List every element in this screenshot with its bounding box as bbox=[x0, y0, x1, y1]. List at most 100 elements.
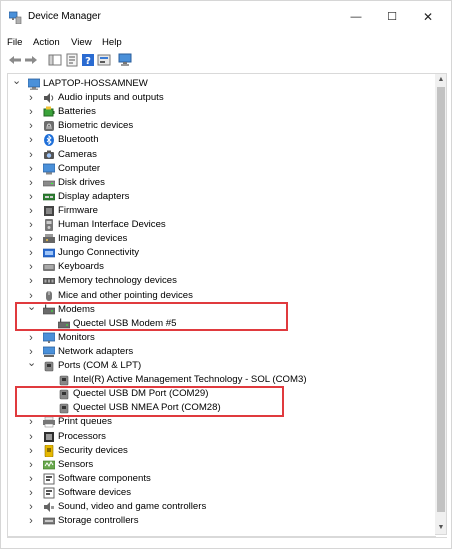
tree-item-label: Software components bbox=[58, 472, 151, 484]
tree-row-jungo-connectivity[interactable]: › Jungo Connectivity bbox=[8, 246, 436, 260]
chevron-right-icon[interactable]: › bbox=[27, 331, 35, 345]
chevron-right-icon[interactable]: › bbox=[27, 204, 35, 218]
tree-row-firmware[interactable]: › Firmware bbox=[8, 204, 436, 218]
tree-row-monitors[interactable]: › Monitors bbox=[8, 331, 436, 345]
chevron-right-icon[interactable]: › bbox=[27, 119, 35, 133]
tree-row-security-devices[interactable]: › Security devices bbox=[8, 444, 436, 458]
tree-row-batteries[interactable]: › Batteries bbox=[8, 105, 436, 119]
chevron-down-icon[interactable]: ⌄ bbox=[27, 358, 36, 373]
tree-row-software-components[interactable]: › Software components bbox=[8, 472, 436, 486]
tree-row-software-devices[interactable]: › Software devices bbox=[8, 486, 436, 500]
chevron-right-icon[interactable]: › bbox=[27, 486, 35, 500]
scroll-down-arrow-icon[interactable]: ▼ bbox=[435, 522, 447, 534]
chevron-right-icon[interactable]: › bbox=[27, 458, 35, 472]
tree-item-label: Mice and other pointing devices bbox=[58, 289, 193, 301]
tree-row-ports-com-lpt[interactable]: ⌄ Ports (COM & LPT) bbox=[8, 358, 436, 373]
tree-item-label: Disk drives bbox=[58, 176, 105, 188]
tree-row-intel-r-active-management-technology-sol-com3[interactable]: Intel(R) Active Management Technology - … bbox=[8, 373, 436, 387]
camera-icon bbox=[44, 150, 54, 159]
device-manager-window: Device Manager — ☐ ✕ File Action View He… bbox=[0, 0, 452, 549]
forward-arrow-icon[interactable] bbox=[24, 53, 38, 67]
tree-item-label: Firmware bbox=[58, 204, 98, 216]
update-driver-icon[interactable] bbox=[97, 53, 111, 67]
highlight-box-modems bbox=[15, 302, 288, 331]
tree-row-human-interface-devices[interactable]: › Human Interface Devices bbox=[8, 218, 436, 232]
tree-item-label: Bluetooth bbox=[58, 134, 99, 146]
menu-help[interactable]: Help bbox=[102, 37, 122, 48]
chevron-right-icon[interactable]: › bbox=[27, 105, 35, 119]
help-icon[interactable]: ? bbox=[81, 53, 95, 67]
fingerprint-icon bbox=[44, 121, 54, 132]
tree-row-sound-video-and-game-controllers[interactable]: › Sound, video and game controllers bbox=[8, 500, 436, 514]
chevron-right-icon[interactable]: › bbox=[27, 133, 35, 147]
chevron-down-icon[interactable]: ⌄ bbox=[12, 76, 21, 91]
chevron-right-icon[interactable]: › bbox=[27, 148, 35, 162]
tree-row-bluetooth[interactable]: › Bluetooth bbox=[8, 133, 436, 147]
tree-item-label: Display adapters bbox=[58, 190, 130, 202]
tree-row-keyboards[interactable]: › Keyboards bbox=[8, 260, 436, 274]
tree-row-processors[interactable]: › Processors bbox=[8, 430, 436, 444]
menu-view[interactable]: View bbox=[71, 37, 92, 48]
scroll-up-arrow-icon[interactable]: ▲ bbox=[435, 74, 447, 86]
tree-item-label: Security devices bbox=[58, 444, 128, 456]
tree-item-label: Monitors bbox=[58, 331, 95, 343]
tree-row-disk-drives[interactable]: › Disk drives bbox=[8, 176, 436, 190]
tree-row-audio-inputs-and-outputs[interactable]: › Audio inputs and outputs bbox=[8, 91, 436, 105]
tree-row-computer[interactable]: › Computer bbox=[8, 162, 436, 176]
port-icon bbox=[44, 361, 54, 372]
scrollbar-thumb[interactable] bbox=[437, 87, 445, 512]
tree-row-imaging-devices[interactable]: › Imaging devices bbox=[8, 232, 436, 246]
tree-row-biometric-devices[interactable]: › Biometric devices bbox=[8, 119, 436, 133]
chevron-right-icon[interactable]: › bbox=[27, 274, 35, 288]
chevron-right-icon[interactable]: › bbox=[27, 190, 35, 204]
sensor-icon bbox=[43, 460, 55, 469]
chevron-right-icon[interactable]: › bbox=[27, 444, 35, 458]
imaging-icon bbox=[43, 234, 55, 244]
firmware-icon bbox=[44, 205, 54, 216]
chevron-right-icon[interactable]: › bbox=[27, 500, 35, 514]
tree-row-network-adapters[interactable]: › Network adapters bbox=[8, 345, 436, 359]
menu-action[interactable]: Action bbox=[33, 37, 60, 48]
maximize-button[interactable]: ☐ bbox=[377, 7, 407, 27]
window-title: Device Manager bbox=[28, 11, 101, 22]
chevron-right-icon[interactable]: › bbox=[27, 472, 35, 486]
vertical-scrollbar[interactable]: ▲ ▼ bbox=[435, 73, 447, 535]
tree-item-label: Biometric devices bbox=[58, 120, 134, 132]
hid-icon bbox=[45, 219, 53, 231]
chevron-right-icon[interactable]: › bbox=[27, 162, 35, 176]
show-hide-console-tree-icon[interactable] bbox=[48, 53, 62, 67]
tree-item-label: Computer bbox=[58, 162, 101, 174]
chevron-right-icon[interactable]: › bbox=[27, 91, 35, 105]
computer-root-icon bbox=[28, 78, 40, 90]
scan-hardware-changes-icon[interactable] bbox=[118, 53, 132, 67]
chevron-right-icon[interactable]: › bbox=[27, 232, 35, 246]
tree-item-label: Imaging devices bbox=[58, 233, 128, 245]
battery-icon bbox=[43, 106, 55, 117]
tree-item-label: Human Interface Devices bbox=[58, 219, 166, 230]
tree-row-mice-and-other-pointing-devices[interactable]: › Mice and other pointing devices bbox=[8, 289, 436, 303]
tree-row-storage-controllers[interactable]: › Storage controllers bbox=[8, 514, 436, 528]
chevron-right-icon[interactable]: › bbox=[27, 246, 35, 260]
speaker-icon bbox=[44, 93, 54, 104]
tree-row-root[interactable]: ⌄ LAPTOP-HOSSAMNEW bbox=[8, 76, 436, 91]
tree-row-display-adapters[interactable]: › Display adapters bbox=[8, 190, 436, 204]
disk-drive-icon bbox=[43, 180, 55, 186]
properties-icon[interactable] bbox=[65, 53, 79, 67]
chevron-right-icon[interactable]: › bbox=[27, 430, 35, 444]
tree-item-label: Keyboards bbox=[58, 261, 104, 273]
chevron-right-icon[interactable]: › bbox=[27, 176, 35, 190]
tree-row-cameras[interactable]: › Cameras bbox=[8, 148, 436, 162]
chevron-right-icon[interactable]: › bbox=[27, 514, 35, 528]
chevron-right-icon[interactable]: › bbox=[27, 260, 35, 274]
menu-file[interactable]: File bbox=[7, 37, 22, 48]
tree-row-print-queues[interactable]: › Print queues bbox=[8, 415, 436, 429]
tree-row-sensors[interactable]: › Sensors bbox=[8, 458, 436, 472]
chevron-right-icon[interactable]: › bbox=[27, 218, 35, 232]
computer-icon bbox=[43, 163, 55, 175]
device-tree[interactable]: ⌄ LAPTOP-HOSSAMNEW › Audio inputs and outpu… bbox=[7, 73, 436, 537]
back-arrow-icon[interactable] bbox=[8, 53, 22, 67]
tree-row-memory-technology-devices[interactable]: › Memory technology devices bbox=[8, 274, 436, 288]
close-button[interactable]: ✕ bbox=[413, 7, 443, 27]
chevron-right-icon[interactable]: › bbox=[27, 415, 35, 429]
minimize-button[interactable]: — bbox=[341, 7, 371, 27]
